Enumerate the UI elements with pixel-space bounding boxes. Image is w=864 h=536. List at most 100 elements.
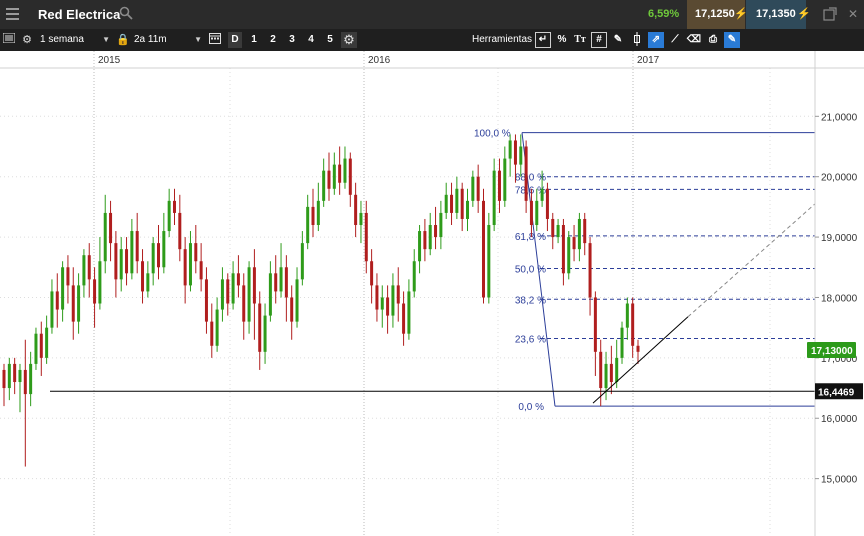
period-button-d[interactable]: D: [228, 32, 242, 48]
candle-body: [375, 285, 379, 310]
candle-body: [125, 249, 129, 274]
candle-body: [55, 291, 59, 310]
gear-icon[interactable]: ⚙: [341, 32, 357, 48]
candle-body: [450, 194, 454, 213]
draw-pencil-icon[interactable]: ✎: [610, 32, 626, 48]
fib-level-label: 50,0 %: [515, 264, 546, 275]
hamburger-menu-icon[interactable]: [6, 8, 19, 20]
settings-gear-icon[interactable]: ⚙: [20, 32, 34, 48]
candle-body: [343, 158, 347, 183]
close-icon[interactable]: ✕: [846, 7, 860, 21]
candle-body: [615, 357, 619, 383]
candle-body: [146, 273, 150, 292]
detach-window-icon[interactable]: [823, 7, 837, 21]
tools-label[interactable]: Herramientas: [472, 32, 532, 48]
candle-body: [87, 255, 91, 280]
candle-body: [167, 200, 171, 232]
period-button-4[interactable]: 4: [304, 32, 318, 48]
candle-body: [444, 194, 448, 213]
candle-body: [508, 140, 512, 159]
period-button-3[interactable]: 3: [285, 32, 299, 48]
fib-level-label: 88,0 %: [515, 173, 546, 184]
candle-body: [471, 176, 475, 201]
list-view-icon[interactable]: [2, 32, 16, 48]
candle-body: [71, 285, 75, 322]
y-tick-label: 19,0000: [821, 233, 858, 244]
candle-body: [487, 225, 491, 298]
candle-body: [466, 200, 470, 219]
period-button-1[interactable]: 1: [247, 32, 261, 48]
range-value: 2a 11m: [134, 34, 167, 45]
sell-price-button[interactable]: 17,1250 ⚡: [687, 0, 748, 29]
candle-body: [141, 261, 145, 292]
candle-body: [242, 285, 246, 322]
percent-tool[interactable]: %: [554, 32, 570, 48]
candle-body: [252, 267, 256, 304]
candle-body: [556, 225, 560, 238]
candle-body: [476, 176, 480, 201]
fib-level-label: 0,0 %: [518, 402, 544, 413]
chart-toolbar: ⚙ 1 semana ▼ 🔒 2a 11m ▼ D 1 2 3 4 5 ⚙ He…: [0, 29, 864, 51]
candle-body: [220, 279, 224, 310]
tools-wrench-icon[interactable]: ✎: [724, 32, 740, 48]
candle-body: [162, 231, 166, 268]
candle-body: [631, 303, 635, 346]
trendline: [592, 316, 689, 404]
y-tick-label: 15,0000: [821, 475, 858, 486]
candle-body: [567, 237, 571, 274]
range-select[interactable]: 2a 11m ▼: [134, 32, 202, 48]
candle-body: [45, 327, 49, 358]
calendar-icon[interactable]: [208, 32, 222, 48]
candle-body: [157, 243, 161, 268]
candle-body: [268, 273, 272, 316]
candle-body: [348, 158, 352, 195]
candle-body: [93, 279, 97, 304]
y-tick-label: 16,0000: [821, 414, 858, 425]
fan-tool-icon[interactable]: ⟋: [667, 32, 683, 48]
candle-body: [481, 200, 485, 298]
candle-body: [50, 291, 54, 328]
sell-price: 17,1250: [695, 8, 735, 20]
candle-body: [386, 297, 390, 316]
candle-body: [588, 243, 592, 298]
x-tick-label: 2016: [368, 55, 391, 66]
candle-body: [327, 170, 331, 189]
candle-body: [332, 164, 336, 189]
print-icon[interactable]: ⎙: [705, 32, 721, 48]
title-bar: Red Electrica 6,59% 17,1250 ⚡ 17,1350 ⚡ …: [0, 0, 864, 29]
candle-body: [434, 225, 438, 238]
candle-body: [396, 285, 400, 304]
candle-body: [529, 200, 533, 226]
candle-body: [199, 261, 203, 280]
candle-body: [524, 146, 528, 201]
grid-icon[interactable]: #: [591, 32, 607, 48]
interval-select[interactable]: 1 semana ▼: [40, 32, 110, 48]
text-tool-icon[interactable]: Tт: [572, 32, 588, 48]
candle-body: [354, 194, 358, 226]
axes: 2015 2016 2017 21,0000 20,0000 19,0000 18,0000…: [0, 51, 864, 536]
candle-body: [338, 164, 342, 183]
candle-body: [295, 279, 299, 322]
candle-body: [311, 206, 315, 226]
candle-body: [183, 249, 187, 286]
candle-body: [66, 267, 70, 286]
candle-body: [583, 218, 587, 244]
search-icon[interactable]: [119, 6, 133, 20]
eraser-icon[interactable]: ⌫: [686, 32, 702, 48]
candle-body: [316, 200, 320, 226]
back-arrow-icon[interactable]: ↵: [535, 32, 551, 48]
price-chart[interactable]: 100,0 %88,0 %78,6 %61,8 %50,0 %38,2 %23,…: [0, 51, 864, 536]
candle-body: [13, 363, 17, 383]
lock-icon[interactable]: 🔒: [116, 32, 130, 48]
candle-body: [359, 212, 363, 226]
candle-body: [194, 243, 198, 262]
x-tick-label: 2015: [98, 55, 121, 66]
period-button-5[interactable]: 5: [323, 32, 337, 48]
candle-body: [236, 273, 240, 286]
candle-body: [247, 267, 251, 322]
period-button-2[interactable]: 2: [266, 32, 280, 48]
candle-body: [407, 291, 411, 334]
buy-price-button[interactable]: 17,1350 ⚡: [746, 0, 811, 29]
trend-arrow-icon[interactable]: ⇗: [648, 32, 664, 48]
candle-type-icon[interactable]: [629, 32, 645, 48]
